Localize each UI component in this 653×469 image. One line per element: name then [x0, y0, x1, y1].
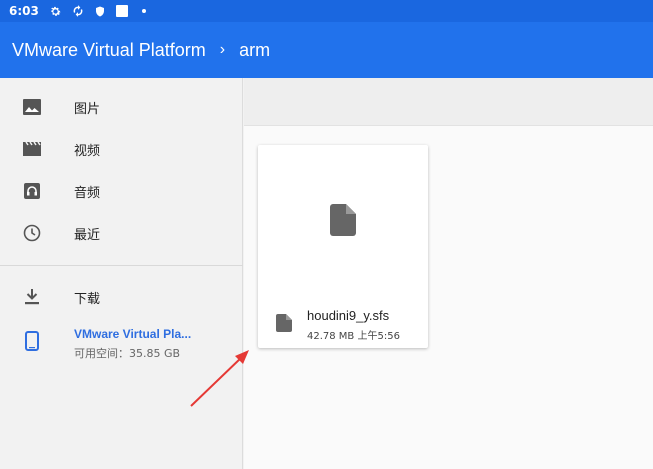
- status-time: 6:03: [9, 4, 39, 18]
- sidebar-item-videos[interactable]: 视频: [0, 128, 243, 170]
- file-name: houdini9_y.sfs: [307, 308, 390, 323]
- sidebar-item-audio[interactable]: 音频: [0, 170, 243, 212]
- download-icon: [22, 287, 42, 307]
- phone-icon: [22, 330, 42, 352]
- recent-icon: [22, 223, 42, 243]
- annotation-arrow-icon: [190, 350, 249, 407]
- sidebar-item-label: 最近: [74, 227, 101, 243]
- sidebar-divider: [0, 265, 243, 266]
- device-name: VMware Virtual Pla...: [74, 327, 192, 341]
- audio-icon: [22, 181, 42, 201]
- chevron-right-icon: ›: [219, 41, 226, 58]
- breadcrumb-current[interactable]: arm: [239, 40, 270, 61]
- sidebar-item-images[interactable]: 图片: [0, 86, 243, 128]
- file-type-icon: [276, 314, 292, 332]
- file-thumbnail: [258, 145, 428, 295]
- a-badge-icon: [115, 4, 129, 18]
- file-meta: 42.78 MB 上午5:56: [307, 331, 400, 342]
- breadcrumb-root[interactable]: VMware Virtual Platform: [12, 40, 206, 61]
- device-free-space: 可用空间：35.85 GB: [74, 347, 181, 360]
- image-icon: [22, 97, 42, 117]
- gear-icon: [49, 4, 63, 18]
- file-icon: [330, 204, 356, 236]
- sidebar-item-label: 图片: [74, 101, 101, 117]
- breadcrumb: VMware Virtual Platform › arm: [0, 22, 653, 78]
- sidebar-item-label: 下载: [74, 291, 101, 307]
- sidebar-item-label: 视频: [74, 143, 101, 159]
- content-toolbar: [244, 78, 653, 126]
- sidebar-item-downloads[interactable]: 下载: [0, 276, 243, 318]
- shield-icon: [93, 4, 107, 18]
- file-browser-content: houdini9_y.sfs 42.78 MB 上午5:56: [244, 78, 653, 469]
- dot-icon: [137, 4, 151, 18]
- sidebar-item-recent[interactable]: 最近: [0, 212, 243, 254]
- video-icon: [22, 139, 42, 159]
- sync-icon: [71, 4, 85, 18]
- file-card[interactable]: houdini9_y.sfs 42.78 MB 上午5:56: [258, 145, 428, 348]
- sidebar-item-label: 音频: [74, 185, 101, 201]
- status-bar: 6:03: [0, 0, 653, 22]
